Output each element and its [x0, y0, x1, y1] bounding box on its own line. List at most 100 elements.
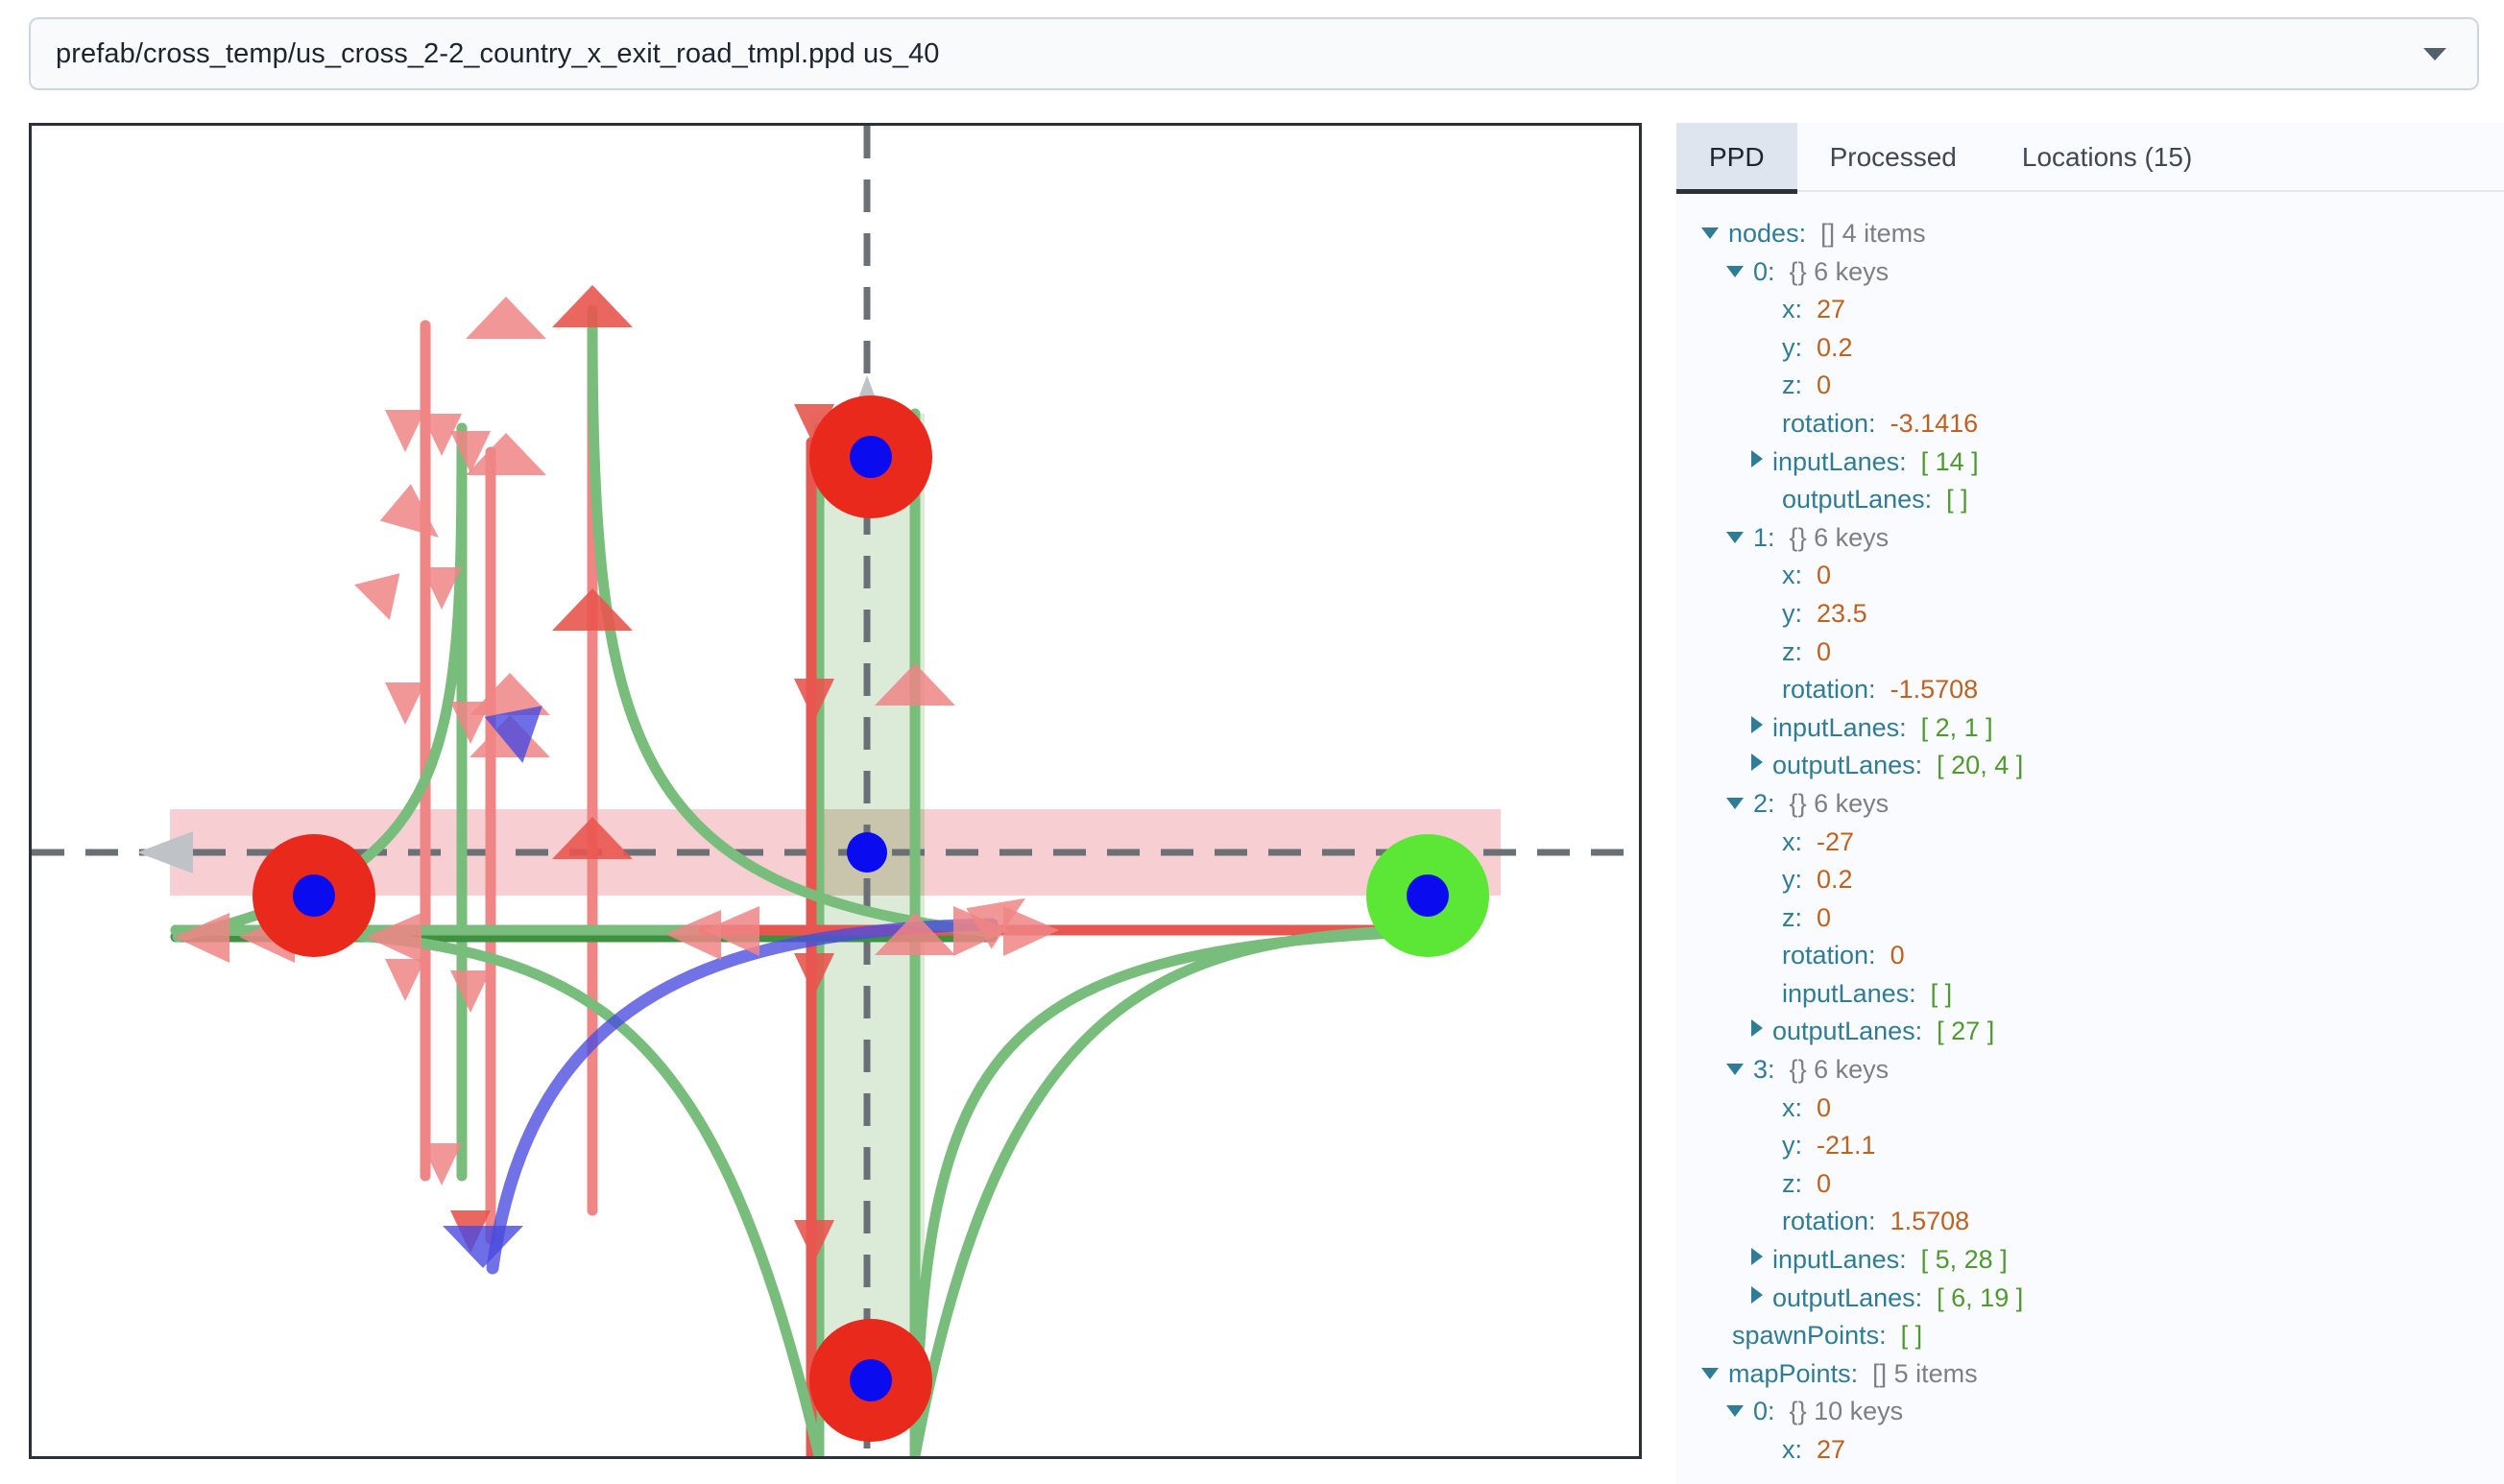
node-left[interactable]: [253, 834, 375, 957]
json-tree-row[interactable]: outputLanes: [ 20, 4 ]: [1676, 747, 2504, 785]
json-tree-row[interactable]: 3: {} 6 keys: [1676, 1051, 2504, 1089]
caret-right-icon[interactable]: [1751, 1285, 1763, 1304]
caret-spacer-icon: [1751, 428, 1772, 429]
json-tree-row[interactable]: rotation: 0: [1676, 937, 2504, 975]
caret-down-icon[interactable]: [1701, 1367, 1719, 1379]
caret-down-icon[interactable]: [1726, 1064, 1744, 1076]
json-tree-row[interactable]: x: 0: [1676, 557, 2504, 595]
node-bottom[interactable]: [809, 1319, 932, 1442]
tab-processed[interactable]: Processed: [1797, 123, 1989, 192]
tree-gap: [1775, 519, 1790, 558]
json-tree-row[interactable]: nodes: [] 4 items: [1676, 215, 2504, 253]
chevron-down-icon[interactable]: [2423, 47, 2446, 60]
tree-number-value: -21.1: [1817, 1131, 1876, 1161]
caret-spacer-icon: [1751, 960, 1772, 961]
tree-gap: [1775, 253, 1790, 292]
json-tree-row[interactable]: y: 23.5: [1676, 595, 2504, 634]
caret-right-icon[interactable]: [1751, 1248, 1763, 1266]
json-tree-row[interactable]: z: 0: [1676, 367, 2504, 405]
json-tree-row[interactable]: mapPoints: [] 5 items: [1676, 1355, 2504, 1394]
node-top[interactable]: [809, 395, 932, 518]
json-tree-row[interactable]: y: 0.2: [1676, 329, 2504, 368]
tree-key: 0:: [1753, 256, 1775, 286]
tree-gap: [1802, 329, 1817, 368]
tree-array-value: [ 14 ]: [1920, 446, 1979, 476]
json-tree-row[interactable]: rotation: -3.1416: [1676, 405, 2504, 443]
caret-down-icon[interactable]: [1701, 227, 1719, 239]
caret-right-icon[interactable]: [1751, 1019, 1763, 1038]
tree-number-value: 27: [1817, 1435, 1846, 1464]
json-tree-row[interactable]: outputLanes: [ ]: [1676, 481, 2504, 519]
json-tree-row[interactable]: z: 0: [1676, 634, 2504, 672]
json-tree-row[interactable]: inputLanes: [ 2, 1 ]: [1676, 709, 2504, 748]
tree-gap: [1876, 405, 1890, 443]
json-tree-row[interactable]: 1: {} 6 keys: [1676, 519, 2504, 558]
json-tree-viewer[interactable]: nodes: [] 4 items 0: {} 6 keys x: 27 y: 0.2…: [1676, 192, 2504, 1484]
tree-key: z:: [1782, 371, 1803, 400]
tab-locations[interactable]: Locations (15): [1989, 123, 2225, 192]
json-tree-row[interactable]: 2: {} 6 keys: [1676, 785, 2504, 824]
road-network-canvas[interactable]: .lg { stroke:#79bd7c; stroke-width:11; f…: [29, 123, 1642, 1459]
tree-array-value: [ ]: [1946, 485, 1968, 515]
json-tree-row[interactable]: outputLanes: [ 27 ]: [1676, 1013, 2504, 1051]
tree-key: x:: [1782, 1092, 1803, 1122]
json-tree-row[interactable]: z: 0: [1676, 899, 2504, 938]
caret-spacer-icon: [1751, 1188, 1772, 1189]
node-right[interactable]: [1366, 834, 1489, 957]
caret-right-icon[interactable]: [1751, 754, 1763, 772]
json-tree-row[interactable]: inputLanes: [ ]: [1676, 975, 2504, 1014]
node-center[interactable]: [847, 832, 887, 873]
caret-down-icon[interactable]: [1726, 531, 1744, 543]
json-tree-row[interactable]: spawnPoints: [ ]: [1676, 1317, 2504, 1355]
inspector-tabs: PPD Processed Locations (15): [1676, 123, 2504, 194]
tree-gap: [1876, 671, 1890, 709]
json-tree-row[interactable]: x: 27: [1676, 291, 2504, 329]
tree-gap: [1802, 367, 1817, 405]
caret-down-icon[interactable]: [1726, 797, 1744, 809]
json-tree-row[interactable]: inputLanes: [ 5, 28 ]: [1676, 1241, 2504, 1280]
json-tree-row[interactable]: 0: {} 10 keys: [1676, 1393, 2504, 1431]
json-tree-row[interactable]: rotation: 1.5708: [1676, 1203, 2504, 1241]
json-tree-row[interactable]: y: 0.2: [1676, 861, 2504, 899]
tree-key: rotation:: [1782, 408, 1876, 438]
json-tree-row[interactable]: x: 0: [1676, 1089, 2504, 1128]
caret-spacer-icon: [1751, 1226, 1772, 1227]
tree-gap: [1802, 557, 1817, 595]
tree-number-value: 1.5708: [1890, 1207, 1970, 1236]
tree-array-value: [ 6, 19 ]: [1937, 1282, 2024, 1312]
json-tree-row[interactable]: rotation: -1.5708: [1676, 671, 2504, 709]
json-tree-row[interactable]: x: 27: [1676, 1431, 2504, 1470]
tree-gap: [1887, 1317, 1901, 1355]
prefab-path-selector[interactable]: prefab/cross_temp/us_cross_2-2_country_x…: [29, 17, 2479, 90]
tree-gap: [1932, 481, 1946, 519]
caret-right-icon[interactable]: [1751, 715, 1763, 733]
caret-right-icon[interactable]: [1751, 449, 1763, 467]
tree-type-meta: [] 5 items: [1872, 1358, 1978, 1388]
tree-type-meta: {} 6 keys: [1789, 788, 1890, 818]
tree-key: mapPoints:: [1728, 1358, 1859, 1388]
tree-key: outputLanes:: [1772, 1017, 1923, 1046]
tree-key: x:: [1782, 561, 1803, 590]
json-tree-row[interactable]: z: 0: [1676, 1165, 2504, 1204]
tree-gap: [1922, 747, 1937, 785]
json-tree-row[interactable]: 0: {} 6 keys: [1676, 253, 2504, 292]
caret-spacer-icon: [1751, 314, 1772, 315]
tree-key: x:: [1782, 826, 1803, 856]
caret-down-icon[interactable]: [1726, 1405, 1744, 1418]
tree-key: z:: [1782, 902, 1803, 932]
tree-number-value: 27: [1817, 295, 1846, 324]
json-tree-row[interactable]: inputLanes: [ 14 ]: [1676, 443, 2504, 482]
caret-down-icon[interactable]: [1726, 265, 1744, 277]
tree-key: inputLanes:: [1772, 712, 1907, 742]
json-tree-row[interactable]: y: -21.1: [1676, 1127, 2504, 1165]
tree-number-value: 0: [1817, 371, 1832, 400]
json-tree-row[interactable]: x: -27: [1676, 824, 2504, 862]
caret-spacer-icon: [1751, 1150, 1772, 1151]
json-tree-row[interactable]: outputLanes: [ 6, 19 ]: [1676, 1280, 2504, 1318]
tree-key: 2:: [1753, 788, 1775, 818]
caret-spacer-icon: [1751, 922, 1772, 923]
tree-number-value: 0.2: [1817, 865, 1853, 895]
tree-key: outputLanes:: [1772, 751, 1923, 780]
tree-gap: [1916, 975, 1931, 1014]
tab-ppd[interactable]: PPD: [1676, 123, 1797, 194]
